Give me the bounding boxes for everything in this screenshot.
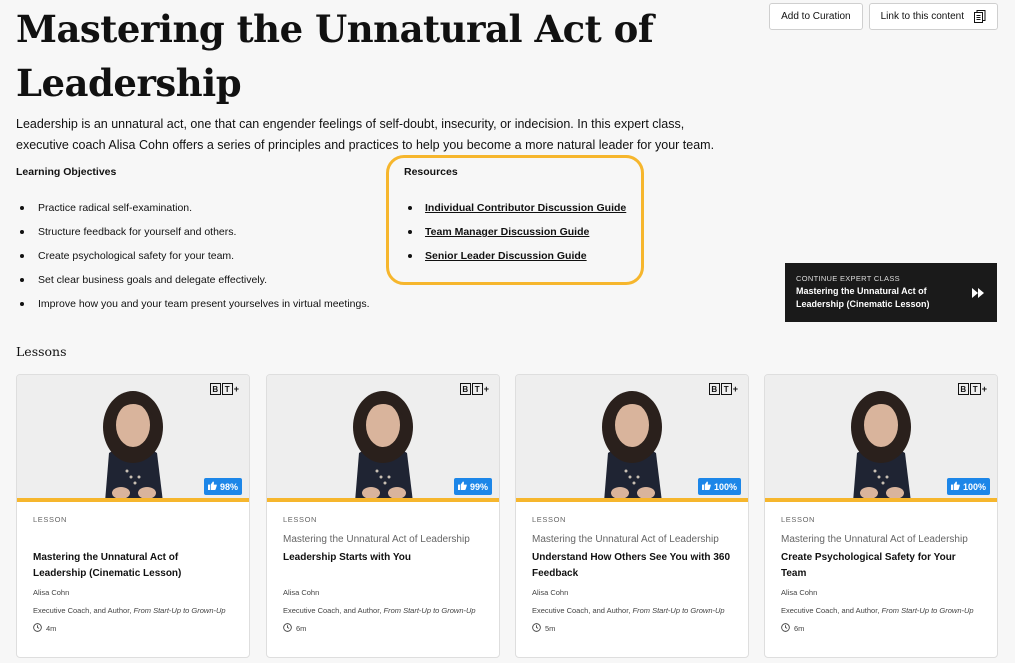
thumbs-up-icon (950, 481, 960, 492)
add-to-curation-button[interactable]: Add to Curation (769, 3, 863, 30)
rating-badge: 98% (203, 478, 242, 495)
logo-plus: + (233, 384, 239, 394)
page-description: Leadership is an unnatural act, one that… (16, 117, 715, 152)
page-title: Mastering the Unnatural Act of Leadershi… (16, 7, 654, 105)
lesson-duration: 5m (532, 623, 732, 634)
thumbs-up-icon (457, 481, 467, 492)
lesson-card[interactable]: B T + 98% LESSON Mastering the Unnatural… (16, 374, 250, 658)
lesson-card-body: LESSON Mastering the Unnatural Act of Le… (765, 502, 997, 634)
lesson-duration: 6m (781, 623, 981, 634)
objective-item: Create psychological safety for your tea… (20, 244, 370, 268)
resource-link-individual-contributor[interactable]: Individual Contributor Discussion Guide (425, 202, 626, 214)
logo-b: B (708, 383, 720, 395)
logo-t: T (221, 383, 233, 395)
rating-value: 99% (469, 481, 488, 492)
brand-logo: B T + (209, 383, 239, 395)
rating-badge: 99% (453, 478, 492, 495)
lesson-card-body: LESSON Mastering the Unnatural Act of Le… (17, 502, 249, 634)
continue-expert-class-button[interactable]: CONTINUE EXPERT CLASS Mastering the Unna… (785, 263, 997, 322)
logo-t: T (720, 383, 732, 395)
lesson-title: Leadership Starts with You (283, 552, 411, 563)
thumbs-up-icon (207, 481, 217, 492)
lesson-parent-title: Mastering the Unnatural Act of Leadershi… (781, 534, 968, 545)
objective-item: Improve how you and your team present yo… (20, 292, 370, 316)
rating-value: 100% (962, 481, 986, 492)
lesson-type-label: LESSON (33, 515, 68, 524)
brand-logo: B T + (708, 383, 738, 395)
lesson-parent-title: Mastering the Unnatural Act of Leadershi… (532, 534, 719, 545)
lesson-card-body: LESSON Mastering the Unnatural Act of Le… (516, 502, 748, 634)
resource-link-senior-leader[interactable]: Senior Leader Discussion Guide (425, 250, 587, 262)
continue-title: Mastering the Unnatural Act of Leadershi… (796, 286, 930, 309)
resource-item: Senior Leader Discussion Guide (408, 244, 626, 268)
lesson-author: Alisa Cohn (781, 588, 818, 597)
resources-heading: Resources (404, 166, 458, 178)
thumbs-up-icon (701, 481, 711, 492)
logo-plus: + (483, 384, 489, 394)
logo-plus: + (732, 384, 738, 394)
lesson-author-role: Executive Coach, and Author, From Start-… (532, 606, 725, 615)
lesson-author-role: Executive Coach, and Author, From Start-… (781, 606, 974, 615)
lesson-thumbnail: B T + 100% (516, 375, 748, 502)
lesson-duration: 6m (283, 623, 483, 634)
lesson-title: Mastering the Unnatural Act of Leadershi… (33, 552, 182, 579)
lesson-card[interactable]: B T + 100% LESSON Mastering the Unnatura… (764, 374, 998, 658)
fast-forward-icon (972, 285, 985, 303)
brand-logo: B T + (957, 383, 987, 395)
resources-list: Individual Contributor Discussion Guide … (408, 196, 626, 268)
lesson-card-body: LESSON Mastering the Unnatural Act of Le… (267, 502, 499, 634)
brand-logo: B T + (459, 383, 489, 395)
lesson-type-label: LESSON (283, 515, 318, 524)
rating-badge: 100% (946, 478, 990, 495)
lesson-author-role: Executive Coach, and Author, From Start-… (283, 606, 476, 615)
clock-icon (33, 623, 42, 634)
logo-b: B (957, 383, 969, 395)
clock-icon (781, 623, 790, 634)
objectives-list: Practice radical self-examination. Struc… (20, 196, 370, 316)
lesson-card[interactable]: B T + 100% LESSON Mastering the Unnatura… (515, 374, 749, 658)
lesson-thumbnail: B T + 98% (17, 375, 249, 502)
objective-item: Set clear business goals and delegate ef… (20, 268, 370, 292)
resource-link-team-manager[interactable]: Team Manager Discussion Guide (425, 226, 589, 238)
rating-badge: 100% (697, 478, 741, 495)
link-to-content-button[interactable]: Link to this content (868, 3, 998, 30)
toolbar: Add to Curation Link to this content (769, 3, 998, 30)
clock-icon (283, 623, 292, 634)
lesson-duration: 4m (33, 623, 233, 634)
objectives-heading: Learning Objectives (16, 166, 117, 178)
resource-item: Individual Contributor Discussion Guide (408, 196, 626, 220)
link-to-content-label: Link to this content (880, 11, 964, 22)
logo-b: B (209, 383, 221, 395)
objective-item: Structure feedback for yourself and othe… (20, 220, 370, 244)
lesson-title: Create Psychological Safety for Your Tea… (781, 552, 956, 579)
rating-value: 98% (219, 481, 238, 492)
lesson-thumbnail: B T + 99% (267, 375, 499, 502)
logo-t: T (471, 383, 483, 395)
lesson-title: Understand How Others See You with 360 F… (532, 552, 731, 579)
lessons-heading: Lessons (16, 344, 67, 359)
objective-item: Practice radical self-examination. (20, 196, 370, 220)
continue-kicker: CONTINUE EXPERT CLASS (796, 274, 900, 283)
resource-item: Team Manager Discussion Guide (408, 220, 626, 244)
lesson-type-label: LESSON (532, 515, 567, 524)
lesson-parent-title: Mastering the Unnatural Act of Leadershi… (283, 534, 470, 545)
lesson-thumbnail: B T + 100% (765, 375, 997, 502)
rating-value: 100% (713, 481, 737, 492)
lesson-card[interactable]: B T + 99% LESSON Mastering the Unnatural… (266, 374, 500, 658)
lesson-type-label: LESSON (781, 515, 816, 524)
lesson-author-role: Executive Coach, and Author, From Start-… (33, 606, 226, 615)
copy-icon (974, 10, 986, 23)
clock-icon (532, 623, 541, 634)
logo-b: B (459, 383, 471, 395)
logo-plus: + (981, 384, 987, 394)
logo-t: T (969, 383, 981, 395)
lesson-author: Alisa Cohn (33, 588, 70, 597)
lesson-author: Alisa Cohn (532, 588, 569, 597)
lesson-author: Alisa Cohn (283, 588, 320, 597)
